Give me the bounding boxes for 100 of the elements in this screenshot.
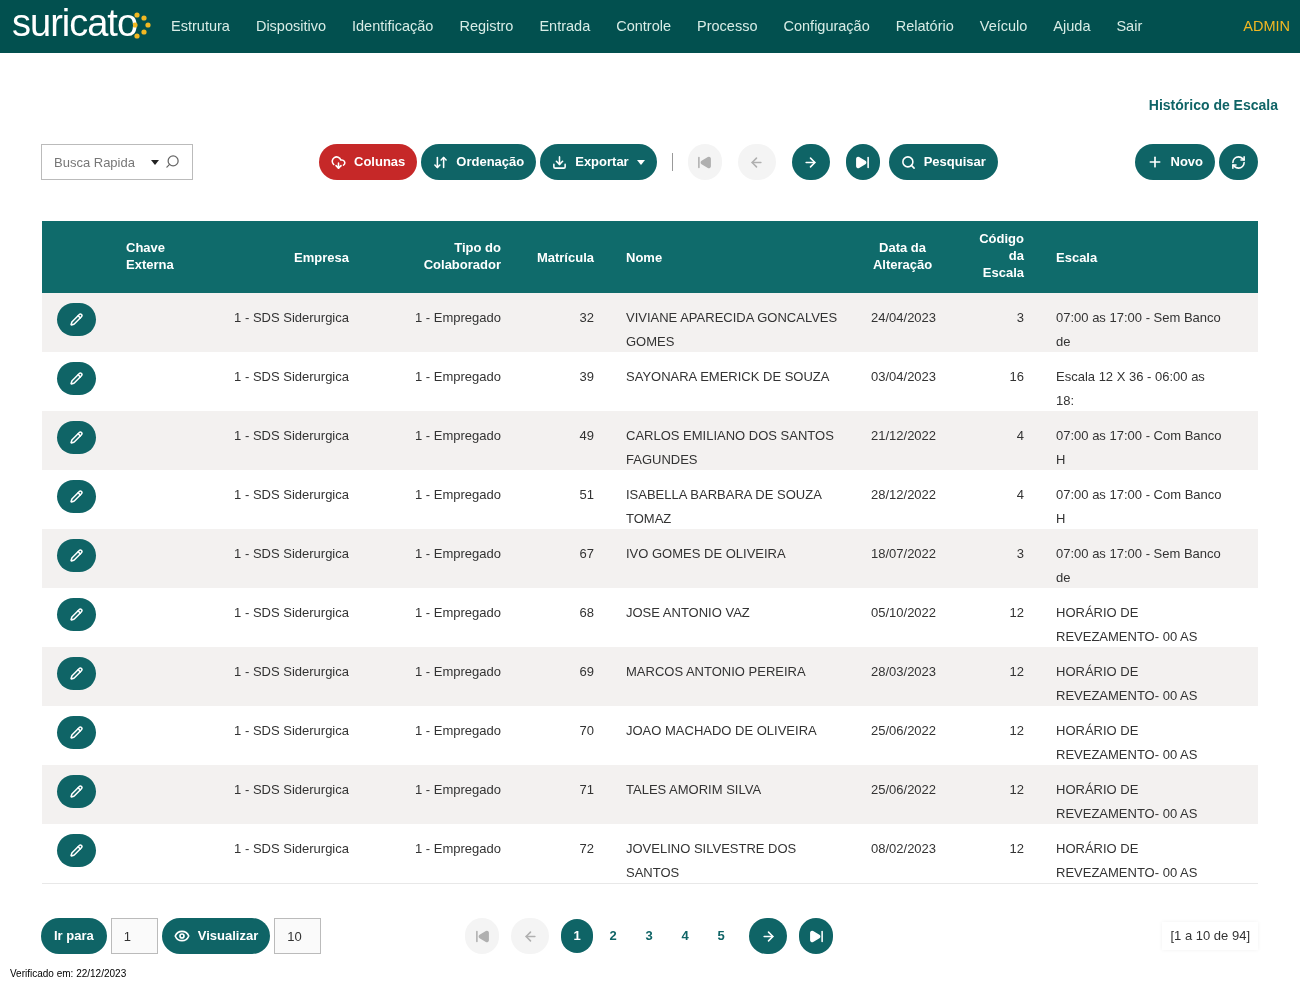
- column-header[interactable]: Chave Externa: [126, 238, 174, 273]
- table-cell: 1 - SDS Siderurgica: [234, 664, 349, 679]
- sort-button[interactable]: Ordenação: [421, 144, 537, 180]
- column-header[interactable]: Escala: [1056, 249, 1098, 266]
- table-cell: 28/12/2022: [871, 487, 937, 502]
- menu-item[interactable]: Configuração: [783, 15, 870, 38]
- edit-icon: [69, 549, 83, 562]
- columns-button[interactable]: Colunas: [319, 144, 418, 180]
- edit-button[interactable]: [56, 539, 96, 572]
- table-cell: 08/02/2023: [871, 841, 937, 856]
- table-cell: 07:00 as 17:00 - Com Banco H: [1056, 487, 1222, 526]
- cloud-download-icon: [331, 154, 346, 170]
- table-cell: 07:00 as 17:00 - Sem Banco de: [1056, 310, 1221, 349]
- column-header[interactable]: Nome: [626, 249, 663, 266]
- go-to-button[interactable]: Ir para: [41, 918, 107, 954]
- edit-icon: [69, 726, 83, 739]
- record-range: [1 a 10 de 94]: [1162, 922, 1258, 950]
- quick-search-field[interactable]: Busca Rapida: [41, 144, 193, 180]
- table-cell: 67: [579, 546, 594, 561]
- table-cell: 4: [1016, 428, 1024, 443]
- table-cell: 32: [579, 310, 594, 325]
- view-button[interactable]: Visualizar: [161, 918, 271, 954]
- table-cell: 28/03/2023: [871, 664, 937, 679]
- menu-item[interactable]: Identificação: [352, 15, 434, 38]
- table-cell: 1 - SDS Siderurgica: [234, 782, 349, 797]
- edit-button[interactable]: [56, 362, 96, 395]
- menu-item[interactable]: Estrutura: [171, 15, 230, 38]
- page-button[interactable]: 2: [597, 919, 630, 953]
- next-button[interactable]: [749, 918, 788, 954]
- skip-icon: [474, 928, 490, 944]
- page-button[interactable]: 5: [705, 919, 738, 953]
- table-cell: JOSE ANTONIO VAZ: [626, 605, 750, 620]
- table-cell: 16: [1009, 369, 1024, 384]
- table-cell: 1 - SDS Siderurgica: [234, 428, 349, 443]
- menu-item[interactable]: Relatório: [895, 15, 954, 38]
- column-header[interactable]: Tipo do Colaborador: [381, 238, 501, 273]
- table-cell: 1 - Empregado: [415, 841, 501, 856]
- table-cell: 49: [579, 428, 594, 443]
- table-cell: 25/06/2022: [871, 782, 937, 797]
- last-page-button[interactable]: [845, 144, 880, 180]
- menu-item[interactable]: Registro: [459, 15, 514, 38]
- edit-button[interactable]: [56, 303, 96, 336]
- skip-icon: [855, 154, 871, 170]
- table-cell: VIVIANE APARECIDA GONCALVES GOMES: [626, 310, 838, 349]
- menu-item[interactable]: Controle: [616, 15, 672, 38]
- table-cell: 1 - SDS Siderurgica: [234, 723, 349, 738]
- menu-item[interactable]: Entrada: [539, 15, 591, 38]
- refresh-button[interactable]: [1219, 144, 1258, 180]
- table-cell: 71: [579, 782, 594, 797]
- table-cell: 1 - Empregado: [415, 664, 501, 679]
- table-cell: 68: [579, 605, 594, 620]
- caret-icon: [636, 159, 645, 165]
- edit-button[interactable]: [56, 657, 96, 690]
- table-cell: 12: [1009, 782, 1024, 797]
- edit-button[interactable]: [56, 421, 96, 454]
- column-header[interactable]: Matrícula: [536, 249, 594, 266]
- skip-icon: [808, 928, 824, 944]
- eye-icon: [173, 928, 190, 944]
- table-cell: JOAO MACHADO DE OLIVEIRA: [626, 723, 817, 738]
- edit-button[interactable]: [56, 598, 96, 631]
- table-cell: 1 - Empregado: [415, 723, 501, 738]
- export-button[interactable]: Exportar: [540, 144, 657, 180]
- table-cell: 1 - SDS Siderurgica: [234, 605, 349, 620]
- edit-button[interactable]: [56, 775, 96, 808]
- edit-icon: [69, 667, 83, 680]
- edit-icon: [69, 431, 83, 444]
- page-button[interactable]: 3: [633, 919, 666, 953]
- column-header[interactable]: Data da Alteração: [871, 238, 934, 273]
- last-page-button[interactable]: [799, 918, 834, 954]
- column-header[interactable]: Código da Escala: [966, 230, 1024, 281]
- next-button[interactable]: [791, 144, 830, 180]
- table-cell: IVO GOMES DE OLIVEIRA: [626, 546, 786, 561]
- table-cell: 12: [1009, 605, 1024, 620]
- page-number-field[interactable]: 1: [110, 918, 158, 954]
- menu-item[interactable]: Ajuda: [1053, 15, 1091, 38]
- page-size-field[interactable]: 10: [274, 918, 322, 954]
- new-button[interactable]: Novo: [1134, 144, 1215, 180]
- table-cell: HORÁRIO DE REVEZAMENTO- 00 AS: [1056, 664, 1198, 703]
- table-cell: 1 - Empregado: [415, 605, 501, 620]
- sort-icon: [433, 154, 449, 170]
- edit-button[interactable]: [56, 480, 96, 513]
- menu-item[interactable]: Dispositivo: [255, 15, 326, 38]
- table-cell: JOVELINO SILVESTRE DOS SANTOS: [626, 841, 797, 880]
- table-cell: 1 - Empregado: [415, 428, 501, 443]
- table-cell: 12: [1009, 841, 1024, 856]
- table-cell: 1 - SDS Siderurgica: [234, 310, 349, 325]
- verified-date: Verificado em: 22/12/2023: [10, 968, 127, 979]
- menu-item[interactable]: Processo: [697, 15, 758, 38]
- table-cell: 1 - SDS Siderurgica: [234, 369, 349, 384]
- menu-item[interactable]: Sair: [1116, 15, 1143, 38]
- menu-item[interactable]: Veículo: [979, 15, 1028, 38]
- table-cell: 1 - Empregado: [415, 487, 501, 502]
- page-button[interactable]: 4: [669, 919, 702, 953]
- page-button[interactable]: 1: [561, 919, 594, 953]
- search-icon: [900, 154, 916, 170]
- edit-button[interactable]: [56, 834, 96, 867]
- column-header[interactable]: Empresa: [294, 249, 349, 266]
- user-name[interactable]: ADMIN: [1243, 15, 1290, 38]
- search-button[interactable]: Pesquisar: [888, 144, 998, 180]
- edit-button[interactable]: [56, 716, 96, 749]
